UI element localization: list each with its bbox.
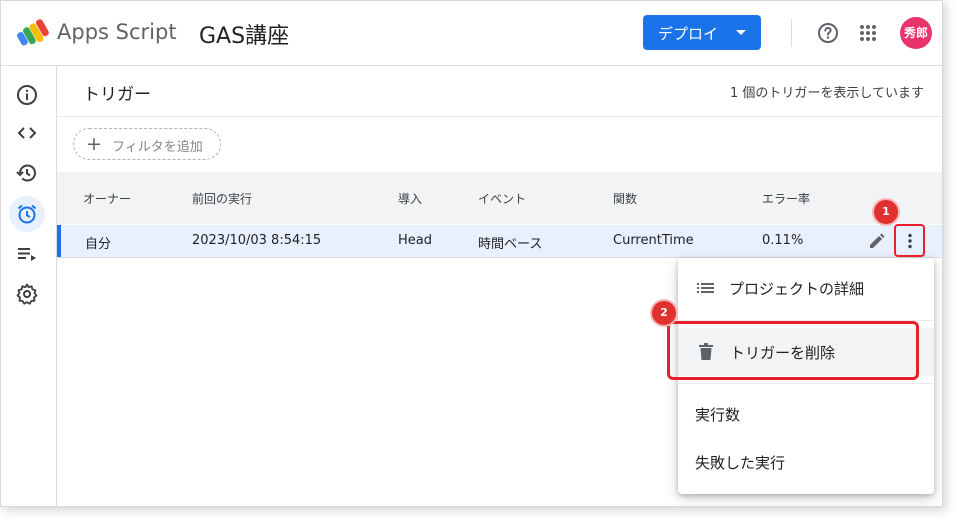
column-header-last-run[interactable]: 前回の実行 (192, 190, 252, 207)
menu-label-project-details: プロジェクトの詳細 (729, 280, 865, 298)
menu-item-failed-executions[interactable]: 失敗した実行 (678, 438, 934, 486)
help-icon[interactable] (817, 22, 839, 44)
divider (791, 19, 792, 47)
column-header-error-rate[interactable]: エラー率 (762, 190, 810, 207)
table-header: オーナー 前回の実行 導入 イベント 関数 エラー率 (57, 172, 942, 224)
list-icon (697, 283, 714, 293)
main-header: トリガー 1 個のトリガーを表示しています (57, 66, 942, 117)
cell-function: CurrentTime (613, 233, 694, 248)
highlight-delete-trigger (667, 321, 919, 380)
add-filter-button[interactable]: + フィルタを追加 (73, 128, 221, 160)
project-name[interactable]: GAS講座 (199, 18, 289, 50)
cell-event: 時間ベース (478, 237, 543, 252)
sidebar-item-settings[interactable] (9, 276, 45, 312)
sidebar-item-triggers[interactable] (9, 196, 45, 232)
sidebar-item-executions[interactable] (9, 155, 45, 191)
row-selection-marker (57, 225, 61, 257)
top-bar: Apps Script GAS講座 デプロイ 秀郎 (1, 1, 942, 66)
menu-label-failed-executions: 失敗した実行 (695, 454, 786, 472)
caret-down-icon (736, 30, 746, 35)
column-header-event[interactable]: イベント (478, 190, 526, 207)
column-header-owner[interactable]: オーナー (83, 190, 131, 207)
trigger-count: 1 個のトリガーを表示しています (729, 86, 924, 101)
step-badge-1: 1 (874, 200, 898, 224)
pencil-icon[interactable] (868, 232, 886, 250)
alarm-icon (17, 204, 37, 224)
menu-item-project-details[interactable]: プロジェクトの詳細 (678, 264, 934, 312)
sidebar (1, 66, 57, 506)
table-row[interactable]: 自分 2023/10/03 8:54:15 Head 時間ベース Current… (57, 225, 942, 258)
column-header-function[interactable]: 関数 (613, 190, 637, 207)
cell-owner: 自分 (85, 237, 112, 252)
add-filter-label: フィルタを追加 (112, 140, 203, 155)
menu-label-executions: 実行数 (695, 406, 741, 424)
sidebar-item-overview[interactable] (9, 77, 45, 113)
sidebar-item-executions-log[interactable] (9, 236, 45, 272)
step-badge-2: 2 (652, 301, 676, 325)
app-window: Apps Script GAS講座 デプロイ 秀郎 トリガー 1 個のトリガーを… (0, 0, 943, 507)
apps-grid-icon[interactable] (859, 24, 877, 42)
info-icon (17, 85, 37, 105)
history-icon (16, 164, 36, 182)
playlist-icon (18, 248, 36, 261)
deploy-button[interactable]: デプロイ (643, 15, 761, 50)
apps-script-logo-icon[interactable] (17, 18, 49, 48)
plus-icon: + (86, 133, 102, 155)
menu-divider (678, 383, 934, 384)
cell-error-rate: 0.11% (762, 233, 804, 248)
page-title: トリガー (83, 85, 151, 105)
deploy-button-label: デプロイ (658, 25, 719, 43)
cell-deployment: Head (398, 233, 432, 248)
highlight-more-button (894, 224, 925, 257)
sidebar-item-editor[interactable] (9, 115, 45, 151)
menu-item-executions[interactable]: 実行数 (678, 390, 934, 438)
code-icon (17, 127, 37, 139)
gear-icon (16, 283, 38, 305)
cell-last-run: 2023/10/03 8:54:15 (192, 233, 322, 248)
app-name[interactable]: Apps Script (57, 20, 177, 44)
avatar[interactable]: 秀郎 (900, 17, 932, 49)
column-header-deployment[interactable]: 導入 (398, 190, 422, 207)
